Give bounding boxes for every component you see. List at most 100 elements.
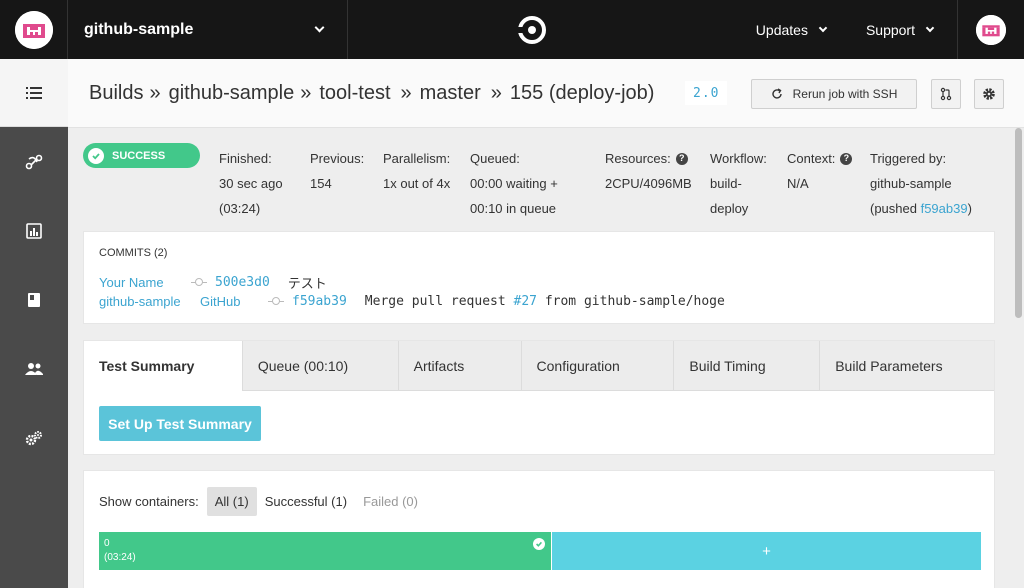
org-avatar-cell[interactable] <box>0 0 68 59</box>
settings-button[interactable] <box>974 79 1004 109</box>
breadcrumb-workflow[interactable]: tool-test <box>319 82 390 105</box>
previous-build-link[interactable]: 154 <box>310 171 364 196</box>
meta-resources: Resources:? 2CPU/4096MB <box>605 146 692 196</box>
commits-title: COMMITS (2) <box>99 247 168 259</box>
workflow-link[interactable]: build- <box>710 171 767 196</box>
user-avatar[interactable] <box>976 14 1006 45</box>
status-label: SUCCESS <box>112 149 166 162</box>
commit-icon <box>191 278 207 287</box>
meta-previous: Previous: 154 <box>310 146 364 196</box>
finished-duration: (03:24) <box>219 201 261 216</box>
resources-value: 2CPU/4096MB <box>605 176 692 191</box>
commit-icon <box>268 297 284 306</box>
triggered-sha-link[interactable]: f59ab39 <box>921 201 968 216</box>
commit-author[interactable]: github-sample <box>99 294 200 309</box>
filter-all[interactable]: All (1) <box>206 487 257 516</box>
sidebar-item-settings[interactable] <box>0 403 68 472</box>
support-label: Support <box>865 21 915 38</box>
pull-request-icon <box>940 87 952 101</box>
sidebar-item-workflows[interactable] <box>0 127 68 196</box>
show-containers-label: Show containers: <box>99 494 199 509</box>
pull-request-button[interactable] <box>931 79 961 109</box>
rerun-ssh-label: Rerun job with SSH <box>792 87 898 101</box>
pull-request-link[interactable]: #27 <box>514 294 537 309</box>
workflow-label: Workflow: <box>710 151 767 166</box>
book-icon <box>28 292 40 307</box>
container-0-bar[interactable]: 0 (03:24) <box>99 532 551 570</box>
finished-value: 30 sec ago <box>219 176 283 191</box>
logo-area <box>348 0 716 59</box>
commit-message: Merge pull request <box>364 294 514 309</box>
breadcrumb-branch[interactable]: master <box>420 82 481 105</box>
chevron-down-icon <box>925 23 935 32</box>
setup-test-summary-button[interactable]: Set Up Test Summary <box>99 406 261 441</box>
help-icon[interactable]: ? <box>840 152 853 165</box>
help-icon[interactable]: ? <box>675 152 688 165</box>
org-avatar[interactable] <box>14 10 53 49</box>
breadcrumb-separator: » <box>400 81 412 104</box>
meta-queued: Queued: 00:00 waiting + 00:10 in queue <box>470 146 558 221</box>
commit-author[interactable]: Your Name <box>99 275 191 290</box>
meta-finished: Finished: 30 sec ago (03:24) <box>219 146 283 221</box>
commit-sha[interactable]: 500e3d0 <box>215 275 270 290</box>
commits-card: COMMITS (2) Your Name 500e3d0 テスト github… <box>83 231 995 324</box>
build-content: SUCCESS Finished: 30 sec ago (03:24) Pre… <box>68 128 1024 588</box>
tab-test-summary[interactable]: Test Summary <box>84 341 243 391</box>
tab-artifacts[interactable]: Artifacts <box>398 341 522 391</box>
resources-label: Resources: <box>605 151 671 166</box>
status-badge: SUCCESS <box>83 143 200 168</box>
identicon-icon <box>976 14 1006 45</box>
check-icon <box>88 147 104 164</box>
sidebar-item-insights[interactable] <box>0 196 68 265</box>
filter-successful[interactable]: Successful (1) <box>257 487 355 516</box>
project-switcher[interactable]: github-sample <box>68 0 348 59</box>
workflow-link[interactable]: deploy <box>710 196 767 221</box>
sidebar-item-docs[interactable] <box>0 265 68 334</box>
users-icon <box>25 362 43 375</box>
context-value[interactable]: N/A <box>787 171 852 196</box>
build-tabs-card: Test Summary Queue (00:10) Artifacts Con… <box>83 340 995 455</box>
sidebar-item-team[interactable] <box>0 334 68 403</box>
sidebar-toggle[interactable] <box>0 59 68 127</box>
chevron-down-icon <box>818 23 828 32</box>
meta-workflow: Workflow: build- deploy <box>710 146 767 221</box>
breadcrumb-separator: » <box>490 81 502 104</box>
meta-parallelism: Parallelism: 1x out of 4x <box>383 146 450 196</box>
commit-sha[interactable]: f59ab39 <box>292 294 347 309</box>
list-icon <box>26 86 42 99</box>
chevron-down-icon <box>314 22 325 33</box>
tab-build-parameters[interactable]: Build Parameters <box>820 341 995 391</box>
parallelism-link[interactable]: 1x out of 4x <box>383 171 450 196</box>
scrollbar[interactable] <box>1015 128 1022 318</box>
triggered-suffix: ) <box>967 201 972 216</box>
triggered-user-link[interactable]: github-sample <box>870 171 972 196</box>
tab-queue[interactable]: Queue (00:10) <box>242 341 399 391</box>
breadcrumb-project[interactable]: github-sample <box>169 82 295 105</box>
commit-committer[interactable]: GitHub <box>200 294 268 309</box>
support-menu[interactable]: Support <box>865 21 935 38</box>
workflows-icon <box>25 154 43 169</box>
tab-build-timing[interactable]: Build Timing <box>674 341 821 391</box>
queued-waiting: 00:00 waiting + <box>470 176 558 191</box>
circleci-logo-icon[interactable] <box>516 15 547 45</box>
tab-configuration[interactable]: Configuration <box>521 341 675 391</box>
container-index: 0 <box>104 538 110 549</box>
filter-failed[interactable]: Failed (0) <box>355 487 426 516</box>
add-container-button[interactable]: + <box>552 532 981 570</box>
gear-icon <box>983 88 995 100</box>
identicon-icon <box>14 10 53 49</box>
breadcrumb-builds[interactable]: Builds <box>89 82 143 105</box>
parallelism-label: Parallelism: <box>383 151 451 166</box>
meta-triggered: Triggered by: github-sample (pushed f59a… <box>870 146 972 221</box>
context-label: Context: <box>787 151 836 166</box>
user-menu[interactable] <box>957 0 1024 59</box>
updates-menu[interactable]: Updates <box>756 22 828 38</box>
container-filter: Show containers: All (1) Successful (1) … <box>99 487 426 516</box>
top-bar: github-sample Updates Support <box>0 0 1024 59</box>
rerun-ssh-button[interactable]: Rerun job with SSH <box>751 79 917 109</box>
plus-icon: + <box>762 542 771 560</box>
refresh-icon <box>772 88 782 99</box>
breadcrumb-build: 155 (deploy-job) <box>509 81 655 104</box>
triggered-prefix: (pushed <box>870 201 921 216</box>
sidebar <box>0 59 68 588</box>
